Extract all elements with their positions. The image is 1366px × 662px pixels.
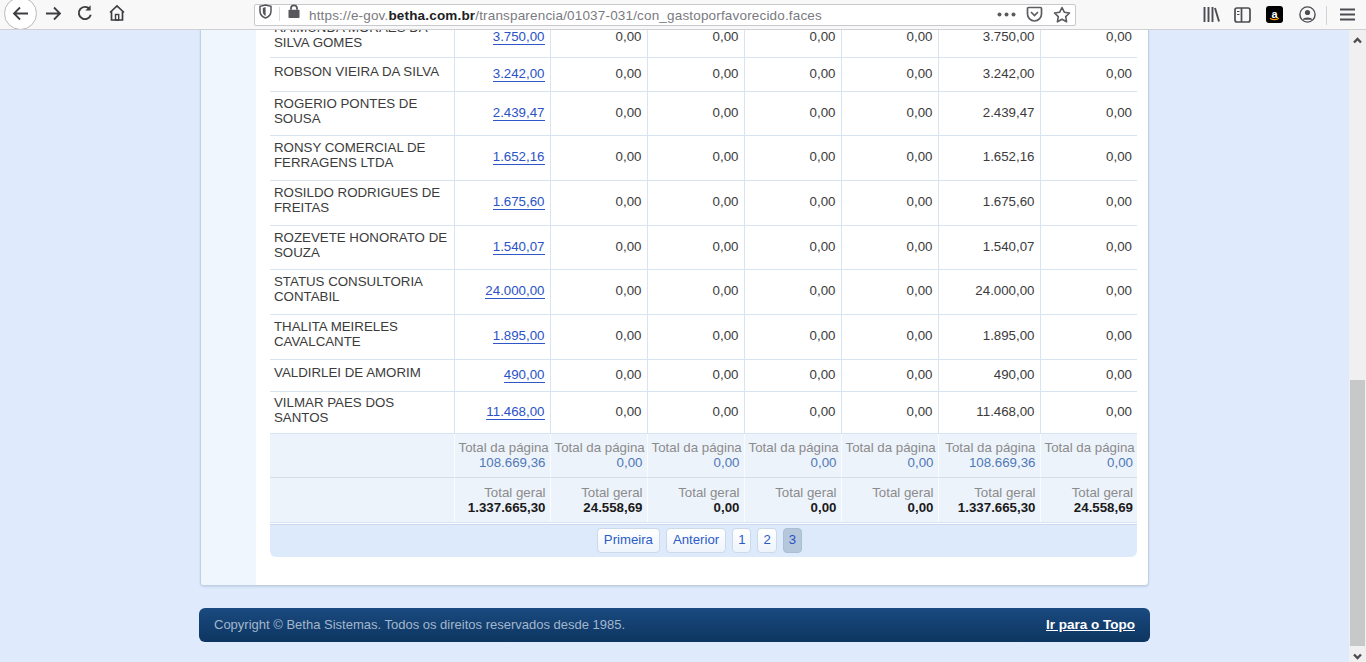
svg-text:a: a: [1271, 8, 1278, 20]
